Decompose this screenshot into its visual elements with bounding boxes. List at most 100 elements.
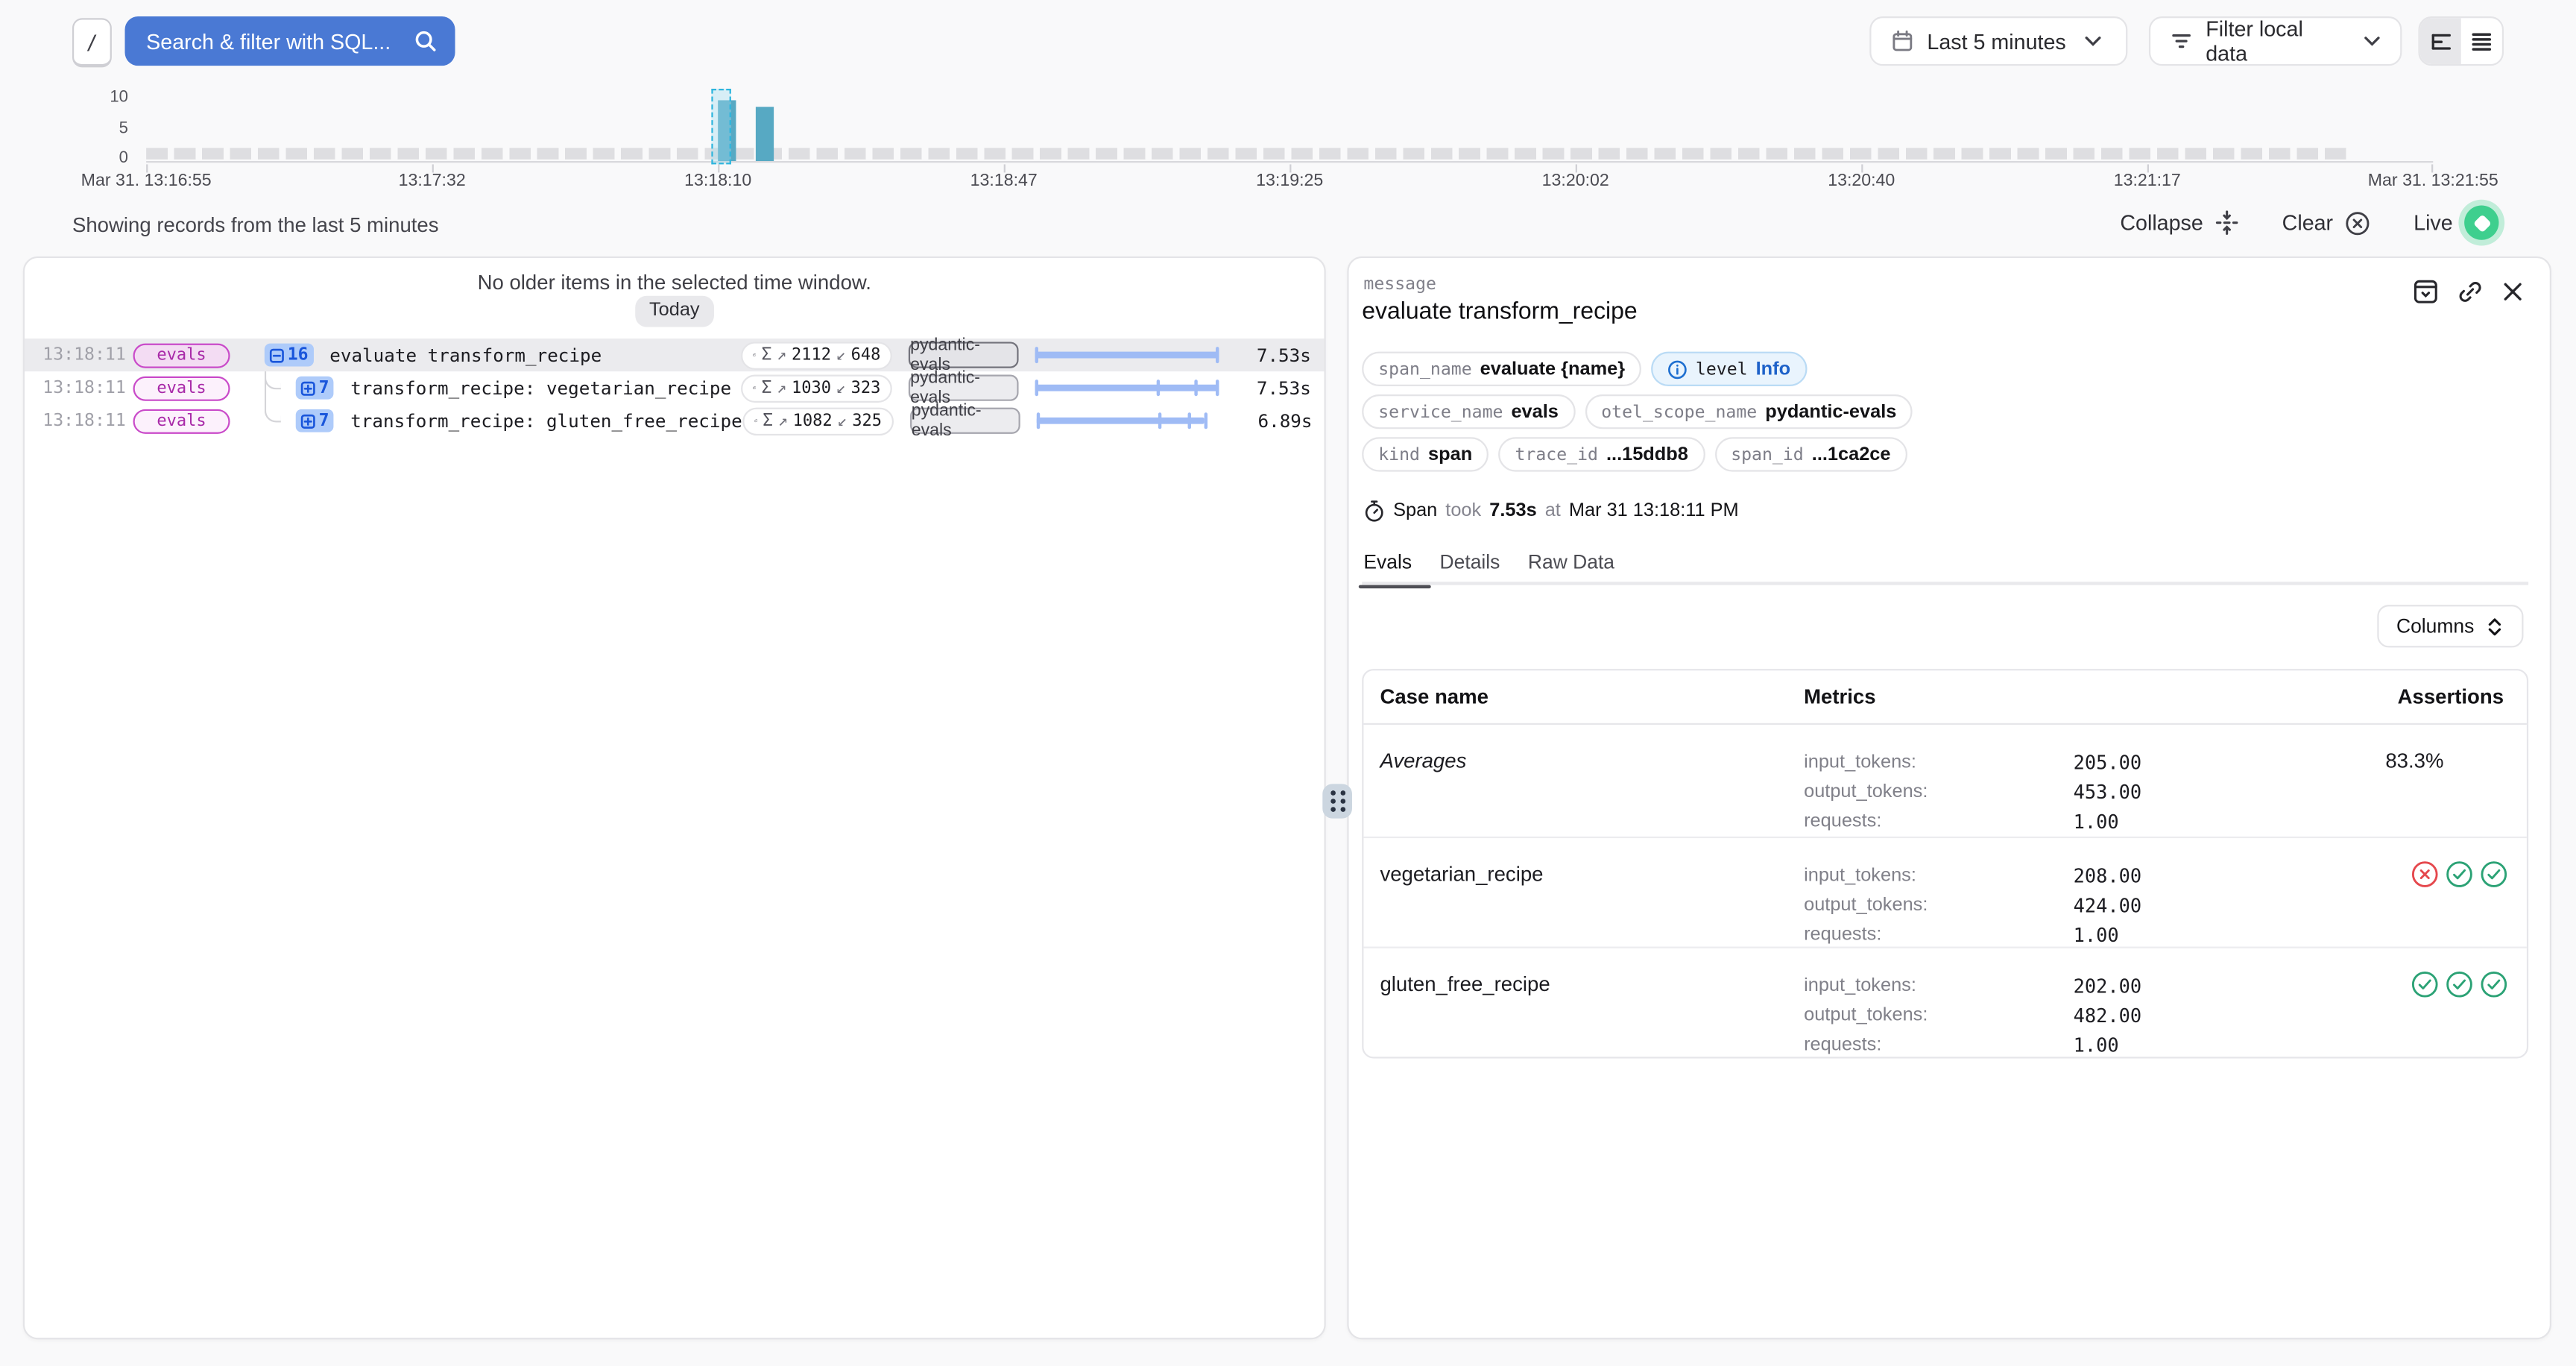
tokens-out: 325: [852, 412, 882, 429]
attribute-pill-span-name[interactable]: span_name evaluate {name}: [1362, 352, 1641, 386]
clear-button[interactable]: Clear: [2282, 210, 2371, 236]
span-name: transform_recipe: gluten_free_recipe: [350, 410, 742, 432]
token-stats-pill[interactable]: Σ ↗2112 ↙648: [741, 341, 892, 368]
evals-table-header: Case name Metrics Assertions: [1363, 670, 2527, 725]
table-row-vegetarian-recipe[interactable]: vegetarian_recipe input_tokens:208.00 ou…: [1363, 838, 2527, 948]
sum-icon: Σ: [763, 411, 773, 430]
arrow-down-left-icon: ↙: [836, 379, 846, 397]
trace-list-panel: No older items in the selected time wind…: [23, 256, 1326, 1340]
span-name: transform_recipe: vegetarian_recipe: [350, 377, 731, 399]
slash-shortcut-key[interactable]: /: [72, 18, 112, 67]
col-header-assertions: Assertions: [2366, 670, 2527, 723]
attribute-pill-level[interactable]: level Info: [1651, 352, 1807, 386]
expand-children-badge[interactable]: 7: [296, 409, 334, 432]
trace-row-child[interactable]: 13:18:11 evals 7 transform_recipe: veget…: [25, 371, 1324, 404]
time-range-button[interactable]: Last 5 minutes: [1869, 16, 2127, 66]
panel-resize-handle[interactable]: [1322, 784, 1352, 818]
x-axis-label: 13:21:17: [2114, 171, 2181, 190]
trace-row-child[interactable]: 13:18:11 evals 7 transform_recipe: glute…: [25, 404, 1324, 437]
chevron-down-icon: [2364, 34, 2380, 48]
plus-square-icon: [300, 380, 315, 395]
collapse-children-badge[interactable]: 16: [265, 344, 313, 367]
sum-icon: Σ: [761, 345, 771, 365]
case-name: vegetarian_recipe: [1363, 838, 1790, 950]
tokens-out: 323: [851, 379, 881, 397]
showing-records-status: Showing records from the last 5 minutes: [72, 214, 439, 237]
span-detail-panel: message evaluate transform_recipe span_n…: [1347, 256, 2551, 1340]
scope-tag[interactable]: pydantic-evals: [909, 375, 1019, 401]
expand-children-badge[interactable]: 7: [296, 377, 334, 400]
arrow-up-right-icon: ↗: [777, 379, 786, 397]
span-waterfall-bar[interactable]: [1035, 378, 1219, 397]
table-row-gluten-free-recipe[interactable]: gluten_free_recipe input_tokens:202.00 o…: [1363, 948, 2527, 1057]
open-in-drawer-icon[interactable]: [2414, 280, 2438, 304]
assertion-pass-icon: [2445, 860, 2475, 890]
live-indicator-icon[interactable]: [2464, 206, 2498, 240]
histogram-plot-area[interactable]: Mar 31. 13:16:55 13:17:32 13:18:10 13:18…: [146, 98, 2433, 163]
menu-lines-icon: [2469, 29, 2494, 54]
collapse-button[interactable]: Collapse: [2120, 210, 2239, 235]
flat-list-view-toggle[interactable]: [2461, 18, 2502, 64]
columns-button[interactable]: Columns: [2377, 605, 2524, 647]
case-name: gluten_free_recipe: [1363, 948, 1790, 1060]
arrow-down-left-icon: ↙: [836, 346, 846, 364]
attribute-pill-otel-scope[interactable]: otel_scope_name pydantic-evals: [1585, 394, 1913, 429]
token-stats-pill[interactable]: Σ ↗1082 ↙325: [742, 407, 894, 435]
calendar-icon: [1891, 30, 1914, 53]
span-waterfall-bar[interactable]: [1036, 411, 1220, 430]
copy-link-icon[interactable]: [2457, 280, 2482, 304]
clear-label: Clear: [2282, 210, 2333, 235]
app-window: / Search & filter with SQL... Last 5 min…: [0, 0, 2576, 1366]
collapse-label: Collapse: [2120, 210, 2203, 235]
row-timestamp: 13:18:11: [42, 378, 116, 397]
stopwatch-icon: [1363, 500, 1385, 523]
date-chip[interactable]: Today: [634, 296, 714, 327]
arrow-up-right-icon: ↗: [778, 412, 788, 429]
records-histogram[interactable]: 10 5 0 Mar 31. 13:16:55 13:17:32 13:18:1…: [0, 90, 2576, 192]
case-name: Averages: [1363, 725, 1790, 837]
live-toggle[interactable]: Live: [2414, 206, 2498, 240]
token-coin-icon: [754, 411, 757, 430]
search-button-label: Search & filter with SQL...: [146, 29, 391, 54]
col-header-case-name: Case name: [1363, 670, 1790, 723]
child-count: 16: [288, 345, 309, 365]
assertion-pass-icon: [2479, 860, 2509, 890]
service-tag[interactable]: evals: [133, 343, 230, 368]
search-icon: [414, 30, 437, 53]
attribute-pill-service-name[interactable]: service_name evals: [1362, 394, 1575, 429]
scope-tag[interactable]: pydantic-evals: [910, 408, 1020, 434]
tab-raw-data[interactable]: Raw Data: [1528, 550, 1614, 586]
close-icon[interactable]: [2502, 281, 2524, 303]
tab-evals[interactable]: Evals: [1363, 550, 1412, 586]
info-icon: [1667, 359, 1687, 379]
x-axis-label: Mar 31. 13:16:55: [81, 171, 212, 190]
span-detail-title: evaluate transform_recipe: [1362, 299, 1638, 325]
scope-tag[interactable]: pydantic-evals: [909, 342, 1019, 368]
attribute-pill-kind[interactable]: kind span: [1362, 437, 1489, 471]
arrow-down-left-icon: ↙: [837, 412, 847, 429]
clear-circle-x-icon: [2345, 210, 2371, 236]
histogram-selection-brush[interactable]: [711, 89, 730, 164]
attribute-pill-span-id[interactable]: span_id ...1ca2ce: [1714, 437, 1907, 471]
trace-row-root[interactable]: 13:18:11 evals 16 evaluate transform_rec…: [25, 339, 1324, 371]
chevrons-up-down-icon: [2486, 615, 2504, 637]
tab-details[interactable]: Details: [1440, 550, 1500, 586]
histogram-bar[interactable]: [756, 107, 774, 161]
filter-local-data-label: Filter local data: [2206, 16, 2346, 66]
tree-view-toggle[interactable]: [2420, 18, 2461, 64]
table-row-averages[interactable]: Averages input_tokens:205.00 output_toke…: [1363, 725, 2527, 838]
span-waterfall-bar[interactable]: [1035, 345, 1219, 365]
y-axis-tick: 0: [86, 151, 128, 168]
attribute-pill-trace-id[interactable]: trace_id ...15ddb8: [1498, 437, 1704, 471]
span-duration: 7.53s: [1219, 377, 1310, 399]
search-button[interactable]: Search & filter with SQL...: [125, 16, 455, 66]
filter-local-data-button[interactable]: Filter local data: [2149, 16, 2402, 66]
service-tag[interactable]: evals: [133, 376, 230, 400]
service-tag[interactable]: evals: [133, 409, 230, 433]
empty-buckets-band: [146, 148, 2352, 159]
x-axis-label: 13:20:40: [1828, 171, 1895, 190]
token-coin-icon: [752, 378, 756, 397]
x-axis-label: Mar 31. 13:21:55: [2368, 171, 2498, 190]
token-stats-pill[interactable]: Σ ↗1030 ↙323: [741, 374, 892, 401]
y-axis-tick: 10: [86, 90, 128, 107]
